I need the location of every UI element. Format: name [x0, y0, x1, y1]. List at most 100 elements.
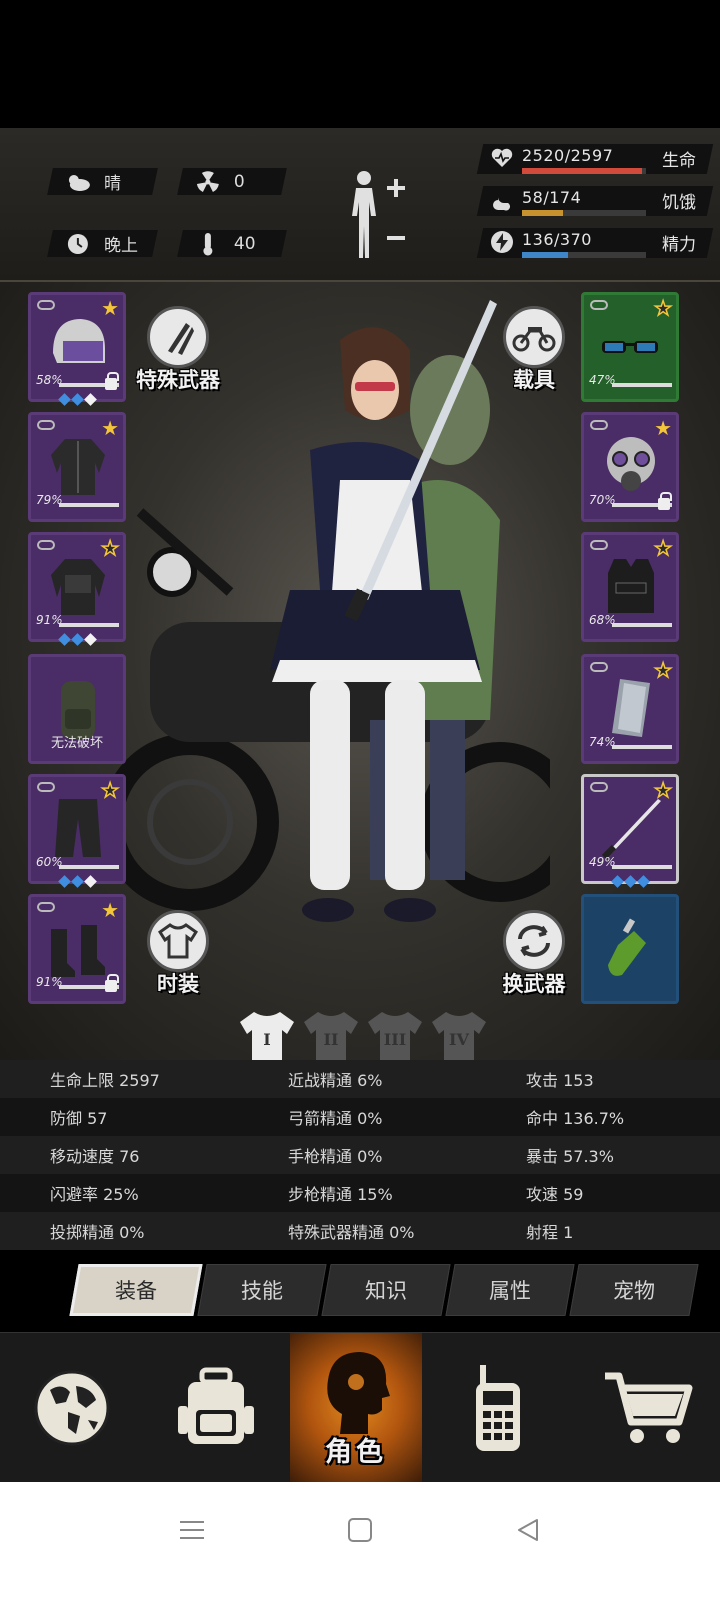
nav-character[interactable]: 角色: [290, 1333, 422, 1483]
lock-icon: [105, 974, 119, 992]
durability-bar: [612, 623, 672, 627]
tab-label: 装备: [115, 1279, 157, 1303]
outfit-tab-4[interactable]: IV: [428, 1008, 490, 1064]
link-icon: [590, 420, 608, 430]
stat-cell: 弓箭精通 0%: [288, 1109, 383, 1128]
tab-5[interactable]: 宠物: [569, 1264, 699, 1316]
equipment-slot-gas-mask[interactable]: ★ 70%: [581, 412, 679, 522]
equipment-slot-boots[interactable]: ★ 91%: [28, 894, 126, 1004]
gem-icon: [610, 875, 624, 888]
stats-row: 生命上限 2597 近战精通 6% 攻击 153: [0, 1060, 720, 1098]
gem-icon: [83, 393, 97, 406]
nav-backpack[interactable]: [144, 1333, 288, 1483]
stats-table: 生命上限 2597 近战精通 6% 攻击 153 防御 57 弓箭精通 0% 命中 136…: [0, 1060, 720, 1250]
nav-shop[interactable]: [576, 1333, 720, 1483]
boots-icon: [51, 925, 105, 977]
durability-bar: [612, 865, 672, 869]
tab-3[interactable]: 知识: [321, 1264, 451, 1316]
unbreakable-label: 无法破坏: [50, 736, 103, 751]
home-button[interactable]: [340, 1510, 380, 1550]
tab-4[interactable]: 属性: [445, 1264, 575, 1316]
gem-icon: [70, 633, 84, 646]
outfit-tab-2[interactable]: II: [300, 1008, 362, 1064]
temperature-indicator: 40: [177, 230, 287, 257]
outfit-set-tabs: I II III IV: [236, 1008, 486, 1064]
tab-label: 技能: [241, 1279, 283, 1303]
swap-weapon-button[interactable]: 换武器: [484, 910, 584, 998]
lock-icon: [105, 372, 119, 390]
stat-cell: 步枪精通 15%: [288, 1185, 393, 1204]
time-text: 晚上: [104, 236, 138, 256]
status-bar-area: [0, 0, 720, 128]
stat-cell: 近战精通 6%: [288, 1071, 383, 1090]
outfit-tab-1[interactable]: I: [236, 1008, 298, 1064]
stat-cell: 投掷精通 0%: [50, 1223, 145, 1242]
gem-icon: [636, 875, 650, 888]
nav-radio[interactable]: [426, 1333, 570, 1483]
system-navigation-bar: [0, 1482, 720, 1600]
link-icon: [590, 300, 608, 310]
tab-1[interactable]: 装备: [69, 1264, 203, 1316]
nav-character-label: 角色: [325, 1437, 387, 1468]
stat-cell: 手枪精通 0%: [288, 1147, 383, 1166]
equipment-slot-shield[interactable]: ★ 74%: [581, 654, 679, 764]
fashion-button[interactable]: 时装: [128, 910, 228, 998]
stat-cell: 射程 1: [526, 1223, 574, 1242]
shirt-icon: [147, 910, 209, 972]
gem-icon: [57, 393, 71, 406]
equipment-slot-jacket[interactable]: ★ 79%: [28, 412, 126, 522]
upgrade-gems: [28, 875, 126, 891]
energy-bar: [522, 252, 646, 258]
stat-cell: 生命上限 2597: [50, 1071, 160, 1090]
link-icon: [37, 902, 55, 912]
equipment-slot-helmet[interactable]: ★ 58%: [28, 292, 126, 402]
bottom-navigation: 角色: [0, 1332, 720, 1483]
stat-cell: 攻速 59: [526, 1185, 584, 1204]
equipment-slot-backpack[interactable]: 无法破坏: [28, 654, 126, 764]
outfit-tab-number: II: [323, 1030, 339, 1049]
menu-button[interactable]: [172, 1510, 212, 1550]
link-icon: [37, 540, 55, 550]
link-icon: [590, 662, 608, 672]
motorcycle-icon: [503, 306, 565, 368]
equipment-slot-molotov[interactable]: [581, 894, 679, 1004]
energy-label: 精力: [662, 235, 696, 255]
molotov-icon: [608, 918, 646, 976]
vehicle-button[interactable]: 载具: [484, 306, 584, 394]
katana-icon: [601, 799, 661, 860]
gas-mask-icon: [607, 437, 655, 491]
equipment-slot-glasses[interactable]: ★ 47%: [581, 292, 679, 402]
weather-text: 晴: [104, 174, 121, 194]
tab-2[interactable]: 技能: [197, 1264, 327, 1316]
stats-row: 投掷精通 0% 特殊武器精通 0% 射程 1: [0, 1212, 720, 1250]
link-icon: [590, 782, 608, 792]
nav-world-map[interactable]: [0, 1333, 144, 1483]
equipment-slot-pants[interactable]: ★ 60%: [28, 774, 126, 884]
helmet-icon: [53, 319, 105, 363]
stat-cell: 攻击 153: [526, 1071, 594, 1090]
square-icon: [348, 1518, 372, 1542]
equipment-slot-armor-jacket[interactable]: ★ 91%: [28, 532, 126, 642]
equipment-slot-katana[interactable]: ★ 49%: [581, 774, 679, 884]
gem-icon: [83, 633, 97, 646]
weather-indicator: 晴: [47, 168, 158, 195]
link-icon: [590, 540, 608, 550]
hunger-value: 58/174: [522, 188, 582, 207]
walkie-talkie-icon: [476, 1365, 520, 1451]
character-scene: ★ 58% ★ 79% ★ 91% 无法破坏 ★ 60% ★ 91% ★ 47% ★ 70% ★ 68% ★ 74…: [0, 282, 720, 1072]
outfit-tab-3[interactable]: III: [364, 1008, 426, 1064]
body-status-icon[interactable]: [350, 166, 420, 266]
special-weapon-icon: [147, 306, 209, 368]
equipment-slot-vest[interactable]: ★ 68%: [581, 532, 679, 642]
fashion-label: 时装: [157, 972, 199, 996]
stat-cell: 防御 57: [50, 1109, 108, 1128]
armor-jacket-icon: [51, 559, 105, 615]
gem-icon: [70, 393, 84, 406]
back-button[interactable]: [508, 1510, 548, 1550]
special-weapon-button[interactable]: 特殊武器: [128, 306, 228, 394]
radiation-text: 0: [234, 171, 245, 192]
link-icon: [37, 782, 55, 792]
gem-icon: [623, 875, 637, 888]
outfit-tab-number: I: [263, 1030, 271, 1049]
stomach-icon: [490, 188, 514, 212]
